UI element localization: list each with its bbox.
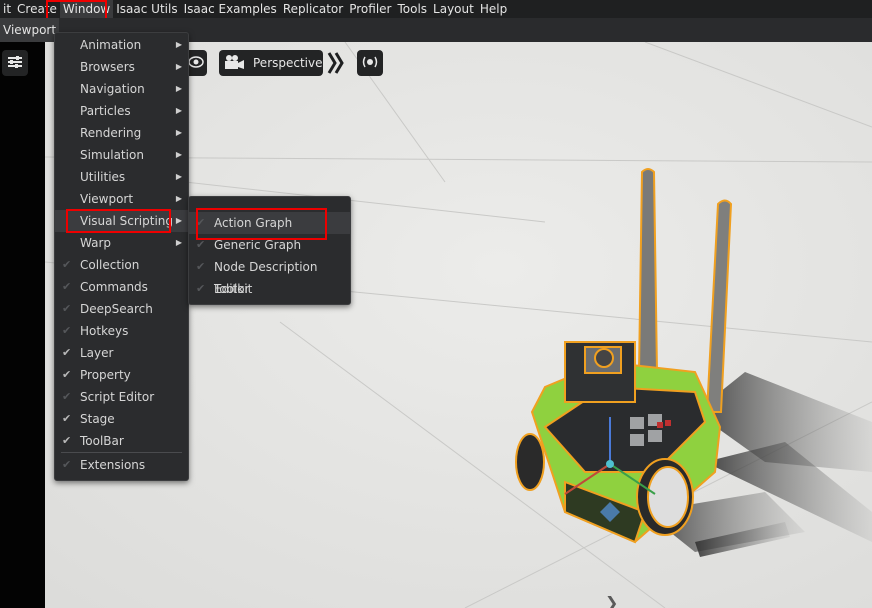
window-menu: Animation ▶ Browsers ▶ Navigation ▶ Particles ▶… [54, 32, 189, 481]
menu-item-hotkeys[interactable]: ✔ Hotkeys [55, 320, 188, 342]
menu-item-toolbar[interactable]: ✔ ToolBar [55, 430, 188, 452]
menu-item-rendering[interactable]: Rendering ▶ [55, 122, 188, 144]
eye-icon [188, 55, 204, 71]
menu-item-commands[interactable]: ✔ Commands [55, 276, 188, 298]
menu-item-label: Stage [80, 412, 115, 426]
left-panel [0, 42, 45, 608]
menu-item-label: Hotkeys [80, 324, 129, 338]
double-chevron-icon[interactable] [327, 50, 345, 76]
submenu-item-label: Action Graph [214, 216, 293, 230]
menu-help[interactable]: Help [477, 0, 510, 18]
menu-item-animation[interactable]: Animation ▶ [55, 34, 188, 56]
menu-tools[interactable]: Tools [394, 0, 430, 18]
submenu-arrow-icon: ▶ [175, 62, 182, 71]
menu-window[interactable]: Window [59, 0, 114, 18]
check-icon: ✔ [62, 346, 72, 359]
submenu-item-label: Generic Graph [214, 238, 302, 252]
menu-item-particles[interactable]: Particles ▶ [55, 100, 188, 122]
submenu-item-action-graph[interactable]: ✔ Action Graph [189, 212, 350, 234]
menu-item-visual-scripting[interactable]: Visual Scripting ▶ [55, 210, 188, 232]
render-mode-button[interactable] [357, 50, 383, 76]
submenu-item-label: Toolkit [214, 282, 253, 296]
check-icon: ✔ [62, 458, 72, 471]
menu-item-label: Warp [80, 236, 112, 250]
menu-item-simulation[interactable]: Simulation ▶ [55, 144, 188, 166]
submenu-arrow-icon: ▶ [175, 150, 182, 159]
check-icon: ✔ [62, 258, 72, 271]
submenu-arrow-icon: ▶ [175, 106, 182, 115]
submenu-arrow-icon: ▶ [175, 84, 182, 93]
menu-item-property[interactable]: ✔ Property [55, 364, 188, 386]
menu-item-label: ToolBar [80, 434, 124, 448]
menu-item-viewport[interactable]: Viewport ▶ [55, 188, 188, 210]
check-icon: ✔ [62, 280, 72, 293]
menu-item-label: Animation [80, 38, 142, 52]
menu-item-label: Collection [80, 258, 140, 272]
check-icon: ✔ [196, 238, 206, 251]
menu-item-extensions[interactable]: ✔ Extensions [55, 454, 188, 476]
menu-item-label: Script Editor [80, 390, 155, 404]
menu-item-label: Layer [80, 346, 114, 360]
menu-item-script-editor[interactable]: ✔ Script Editor [55, 386, 188, 408]
check-icon: ✔ [196, 216, 206, 229]
submenu-arrow-icon: ▶ [175, 128, 182, 137]
menu-item-label: Navigation [80, 82, 145, 96]
menu-item-label: Extensions [80, 458, 146, 472]
menu-replicator[interactable]: Replicator [280, 0, 346, 18]
viewport-settings-button[interactable] [2, 50, 28, 76]
menu-item-label: Particles [80, 104, 131, 118]
sliders-icon [7, 55, 23, 72]
check-icon: ✔ [62, 324, 72, 337]
submenu-arrow-icon: ▶ [175, 238, 182, 247]
camera-icon [223, 54, 245, 73]
visual-scripting-submenu: ✔ Action Graph ✔ Generic Graph ✔ Node Descrip… [188, 196, 351, 305]
check-icon: ✔ [62, 302, 72, 315]
menu-separator [61, 452, 182, 453]
check-icon: ✔ [62, 390, 72, 403]
menu-item-browsers[interactable]: Browsers ▶ [55, 56, 188, 78]
submenu-item-generic-graph[interactable]: ✔ Generic Graph [189, 234, 350, 256]
menu-item-label: Visual Scripting [80, 214, 173, 228]
menu-item-label: Simulation [80, 148, 144, 162]
menu-isaac-examples[interactable]: Isaac Examples [181, 0, 280, 18]
submenu-arrow-icon: ▶ [175, 172, 182, 181]
submenu-item-toolkit[interactable]: ✔ Toolkit [189, 278, 350, 300]
check-icon: ✔ [62, 412, 72, 425]
tab-viewport[interactable]: Viewport [0, 18, 60, 42]
menu-item-label: Rendering [80, 126, 142, 140]
menu-item-deepsearch[interactable]: ✔ DeepSearch [55, 298, 188, 320]
menu-create[interactable]: Create [14, 0, 60, 18]
menu-item-stage[interactable]: ✔ Stage [55, 408, 188, 430]
submenu-item-node-description-editor[interactable]: ✔ Node Description Editor [189, 256, 350, 296]
camera-perspective-button[interactable]: Perspective [219, 50, 323, 76]
menu-item-collection[interactable]: ✔ Collection [55, 254, 188, 276]
menu-profiler[interactable]: Profiler [346, 0, 394, 18]
camera-label: Perspective [253, 56, 323, 70]
menu-item-navigation[interactable]: Navigation ▶ [55, 78, 188, 100]
menu-layout[interactable]: Layout [430, 0, 477, 18]
menu-item-warp[interactable]: Warp ▶ [55, 232, 188, 254]
menu-item-label: Utilities [80, 170, 126, 184]
menu-item-label: Viewport [80, 192, 134, 206]
broadcast-icon [361, 55, 379, 72]
menu-item-label: Property [80, 368, 131, 382]
menu-edit[interactable]: it [0, 0, 14, 18]
check-icon: ✔ [62, 368, 72, 381]
submenu-arrow-icon: ▶ [175, 194, 182, 203]
menu-item-label: Commands [80, 280, 148, 294]
check-icon: ✔ [62, 434, 72, 447]
check-icon: ✔ [196, 282, 206, 295]
check-icon: ✔ [196, 260, 206, 273]
menu-item-label: Browsers [80, 60, 135, 74]
menu-isaac-utils[interactable]: Isaac Utils [113, 0, 180, 18]
menu-bar: it Create Window Isaac Utils Isaac Examp… [0, 0, 872, 18]
chevron-right-icon[interactable]: ❯ [605, 593, 618, 608]
submenu-arrow-icon: ▶ [175, 216, 182, 225]
menu-item-utilities[interactable]: Utilities ▶ [55, 166, 188, 188]
menu-item-label: DeepSearch [80, 302, 153, 316]
submenu-arrow-icon: ▶ [175, 40, 182, 49]
menu-item-layer[interactable]: ✔ Layer [55, 342, 188, 364]
